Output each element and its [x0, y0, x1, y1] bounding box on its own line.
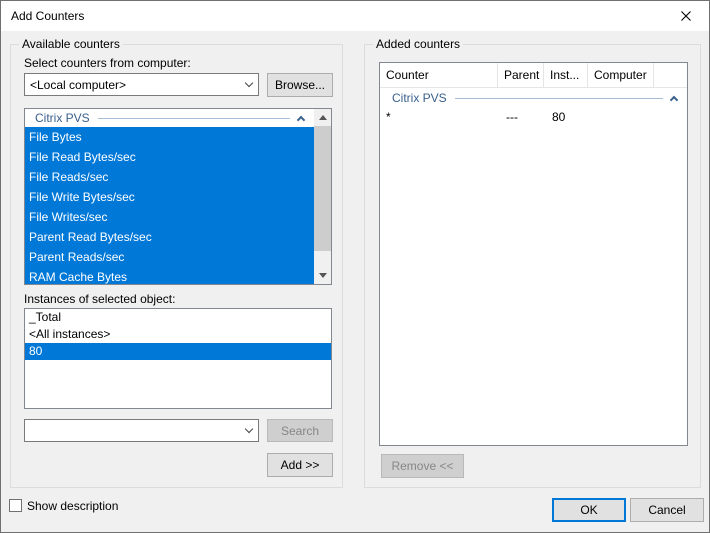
column-header-filler	[654, 63, 687, 87]
remove-button[interactable]: Remove <<	[381, 454, 464, 478]
close-button[interactable]	[663, 1, 709, 30]
column-header-parent[interactable]: Parent	[498, 63, 544, 87]
close-icon	[681, 11, 691, 21]
search-button[interactable]: Search	[267, 419, 333, 442]
instances-label: Instances of selected object:	[24, 292, 175, 306]
added-counters-table: Counter Parent Inst... Computer Citrix P…	[379, 62, 688, 446]
chevron-down-icon[interactable]	[239, 420, 258, 441]
show-description-label: Show description	[27, 499, 118, 513]
chevron-down-icon[interactable]	[239, 74, 258, 95]
instance-item[interactable]: 80	[25, 343, 331, 360]
ok-button[interactable]: OK	[552, 498, 626, 522]
collapse-chevron-icon[interactable]	[670, 95, 678, 103]
cell-parent: ---	[498, 110, 544, 124]
available-counters-group-label: Available counters	[19, 37, 123, 51]
scrollbar-thumb[interactable]	[314, 126, 331, 251]
add-button[interactable]: Add >>	[267, 453, 333, 477]
divider	[455, 98, 663, 99]
divider	[98, 118, 290, 119]
show-description-control[interactable]: Show description	[9, 498, 118, 513]
window-title: Add Counters	[11, 9, 84, 23]
counter-item[interactable]: File Writes/sec	[25, 207, 314, 227]
counter-object-label: Citrix PVS	[25, 111, 90, 125]
column-header-computer[interactable]: Computer	[588, 63, 654, 87]
collapse-chevron-icon[interactable]	[297, 115, 305, 123]
instances-list: _Total <All instances> 80	[24, 308, 332, 409]
available-counter-list: Citrix PVS File Bytes File Read Bytes/se…	[24, 108, 332, 285]
cell-instance: 80	[544, 110, 588, 124]
cancel-button[interactable]: Cancel	[630, 498, 704, 522]
column-header-counter[interactable]: Counter	[380, 63, 498, 87]
counter-item[interactable]: File Read Bytes/sec	[25, 147, 314, 167]
search-combobox[interactable]	[24, 419, 259, 442]
added-counters-group-label: Added counters	[373, 37, 463, 51]
counter-object-header[interactable]: Citrix PVS	[25, 109, 314, 127]
counter-item[interactable]: File Bytes	[25, 127, 314, 147]
add-counters-dialog: Add Counters Available counters Select c…	[0, 0, 710, 533]
show-description-checkbox[interactable]	[9, 499, 22, 512]
added-group-label: Citrix PVS	[380, 91, 447, 105]
counter-item[interactable]: Parent Reads/sec	[25, 247, 314, 267]
computer-combobox-value: <Local computer>	[25, 78, 239, 92]
table-header: Counter Parent Inst... Computer	[380, 63, 687, 88]
scroll-up-button[interactable]	[314, 109, 331, 126]
browse-button[interactable]: Browse...	[267, 73, 333, 97]
instance-item[interactable]: <All instances>	[25, 326, 331, 343]
select-computer-label: Select counters from computer:	[24, 56, 191, 70]
cell-counter: *	[380, 110, 498, 124]
counter-item[interactable]: File Write Bytes/sec	[25, 187, 314, 207]
triangle-up-icon	[319, 115, 327, 120]
counter-item[interactable]: File Reads/sec	[25, 167, 314, 187]
instance-item[interactable]: _Total	[25, 309, 331, 326]
computer-combobox[interactable]: <Local computer>	[24, 73, 259, 96]
column-header-instance[interactable]: Inst...	[544, 63, 588, 87]
added-counter-row[interactable]: * --- 80	[380, 108, 687, 126]
scrollbar[interactable]	[314, 109, 331, 284]
added-counters-group: Added counters Counter Parent Inst... Co…	[364, 44, 701, 488]
scroll-down-button[interactable]	[314, 267, 331, 284]
counter-item[interactable]: RAM Cache Bytes	[25, 267, 314, 284]
counter-item[interactable]: Parent Read Bytes/sec	[25, 227, 314, 247]
available-counters-group: Available counters Select counters from …	[10, 44, 343, 488]
title-bar: Add Counters	[1, 1, 709, 31]
triangle-down-icon	[319, 273, 327, 278]
added-group-row[interactable]: Citrix PVS	[380, 88, 687, 108]
